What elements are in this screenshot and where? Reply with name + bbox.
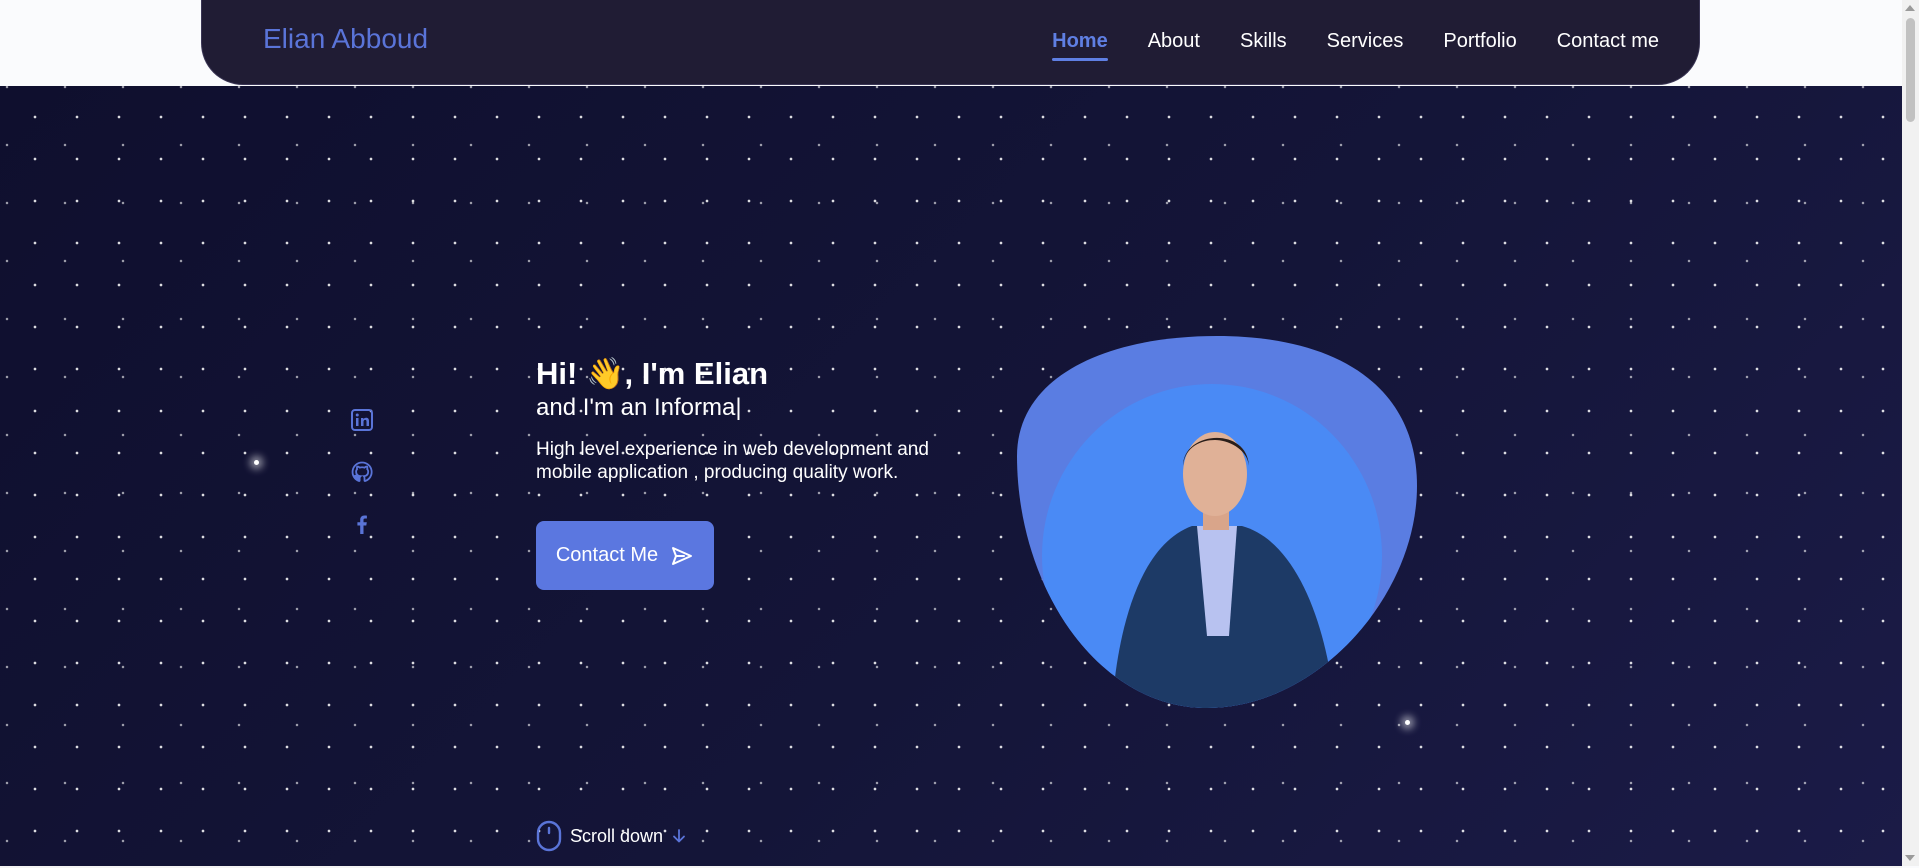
scroll-up-arrow-icon[interactable] [1905, 5, 1915, 11]
hero-title: Hi! 👋, I'm Elian [536, 355, 966, 392]
nav-home[interactable]: Home [1052, 30, 1108, 61]
nav-skills[interactable]: Skills [1240, 30, 1287, 61]
social-links [350, 408, 374, 536]
scroll-down-label: Scroll down [570, 825, 664, 846]
nav-about[interactable]: About [1148, 30, 1200, 61]
brand-logo[interactable]: Elian Abboud [263, 23, 428, 55]
github-icon[interactable] [350, 460, 374, 484]
nav-portfolio[interactable]: Portfolio [1443, 30, 1516, 61]
profile-image [1017, 336, 1417, 708]
hero-text: Hi! 👋, I'm Elian and I'm an Informa| Hig… [536, 355, 966, 484]
scroll-down-arrow-icon[interactable] [1905, 855, 1915, 861]
arrow-down-icon [673, 829, 685, 843]
nav-contact[interactable]: Contact me [1557, 30, 1659, 61]
nav-links: Home About Skills Services Portfolio Con… [1052, 30, 1659, 61]
hero-subtitle: and I'm an Informa| [536, 394, 742, 421]
linkedin-icon[interactable] [350, 408, 374, 432]
greeting-text: Hi! [536, 356, 586, 391]
wave-icon: 👋 [585, 356, 625, 391]
contact-me-button[interactable]: Contact Me [536, 521, 714, 590]
contact-me-label: Contact Me [555, 544, 659, 566]
mouse-icon [536, 820, 562, 852]
glow-star [254, 460, 259, 465]
send-icon [672, 546, 693, 565]
scroll-down[interactable]: Scroll down [536, 820, 687, 852]
nav-services[interactable]: Services [1327, 30, 1404, 61]
vertical-scrollbar[interactable] [1902, 0, 1919, 866]
greeting-name: , I'm Elian [624, 356, 769, 391]
glow-star [1405, 720, 1410, 725]
navbar: Elian Abboud Home About Skills Services … [201, 0, 1700, 85]
scrollbar-thumb[interactable] [1906, 18, 1915, 122]
hero-description: High level experience in web development… [536, 439, 929, 483]
facebook-icon[interactable] [350, 512, 374, 536]
